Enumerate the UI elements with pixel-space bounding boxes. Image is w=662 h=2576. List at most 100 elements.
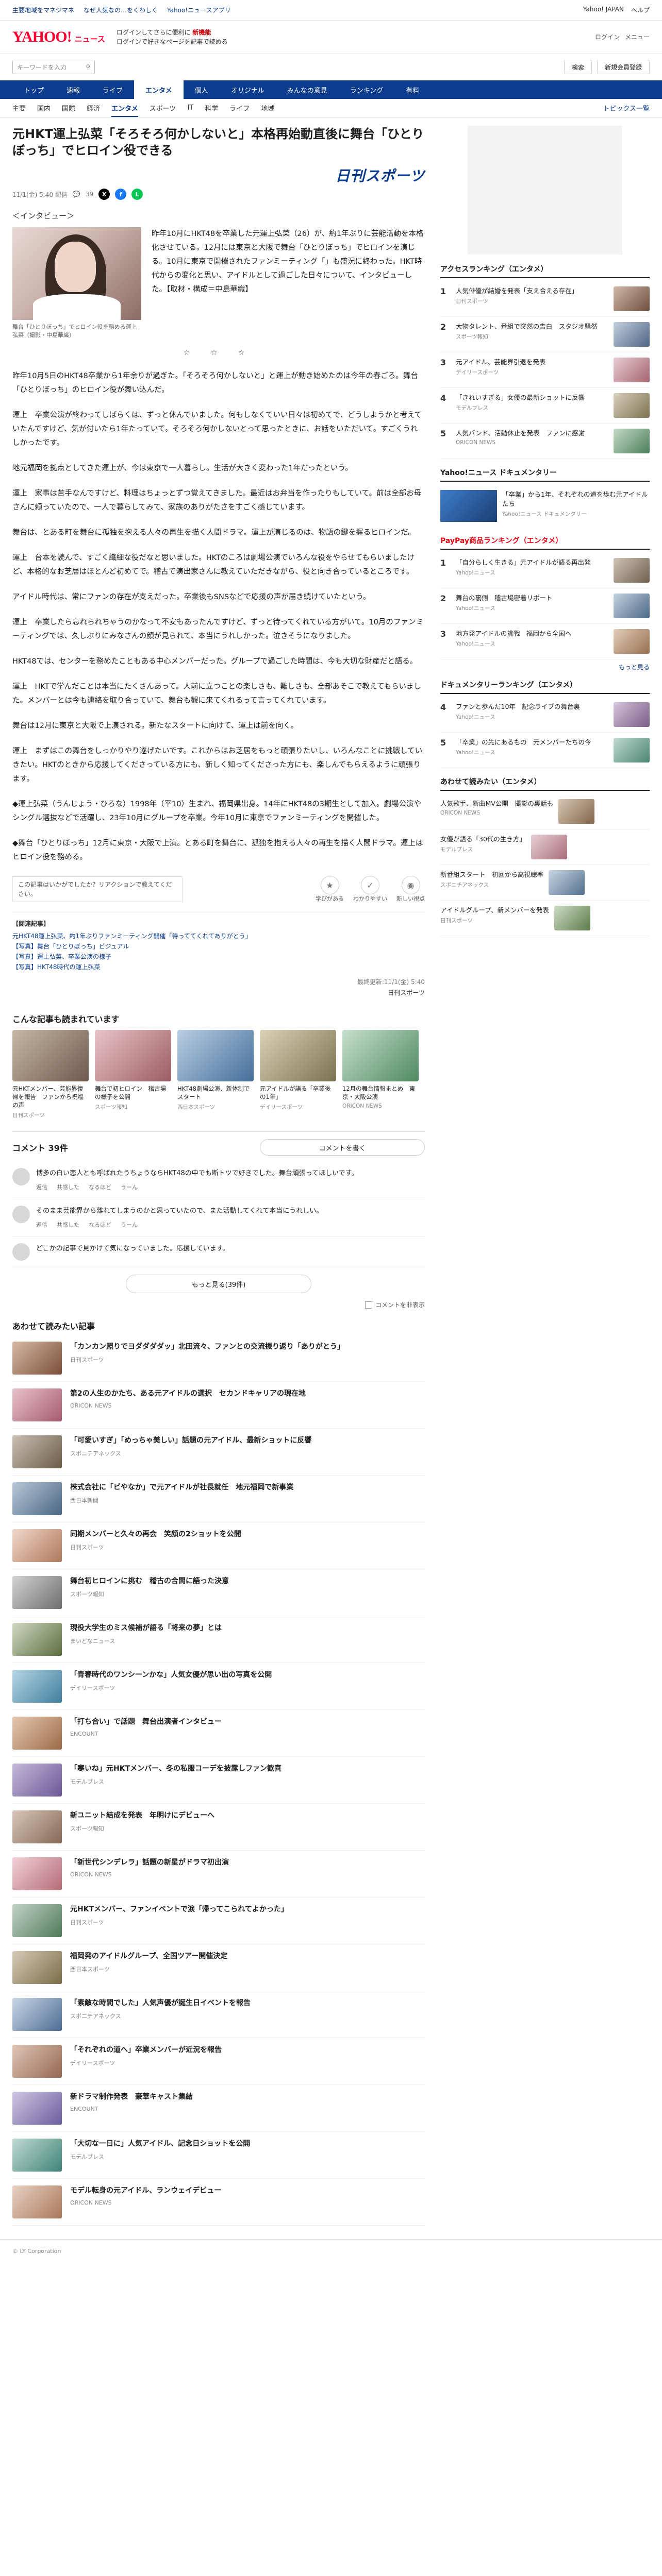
article-photo-image[interactable]	[12, 227, 141, 320]
category-domestic[interactable]: 国内	[37, 103, 51, 113]
ranking-item[interactable]: 3 地方発アイドルの挑戦 福岡から全国へ Yahoo!ニュース	[440, 624, 650, 659]
list-thumbnail[interactable]	[12, 1717, 62, 1750]
list-thumbnail[interactable]	[12, 2045, 62, 2078]
yahoo-japan-link[interactable]: Yahoo! JAPAN	[583, 6, 624, 14]
list-item[interactable]: 新ユニット結成を発表 年明けにデビューへ スポーツ報知	[12, 1804, 425, 1851]
list-item[interactable]: 舞台初ヒロインに挑む 稽古の合間に語った決意 スポーツ報知	[12, 1569, 425, 1616]
list-thumbnail[interactable]	[12, 1388, 62, 1421]
facebook-share-icon[interactable]: f	[115, 189, 127, 200]
article-photo[interactable]: 舞台「ひとりぼっち」でヒロイン役を務める運上弘菜（撮影・中島華織）	[12, 227, 141, 340]
ranking-item[interactable]: 2 大物タレント、番組で突然の告白 スタジオ騒然 スポーツ報知	[440, 317, 650, 352]
mainnav-opinion[interactable]: みんなの意見	[276, 80, 339, 99]
list-thumbnail[interactable]	[12, 1810, 62, 1843]
recommend-item[interactable]: 新番組スタート 初回から高視聴率 スポニチアネックス	[440, 865, 650, 901]
ranking-thumbnail[interactable]	[614, 358, 650, 382]
ranking-item[interactable]: 3 元アイドル、芸能界引退を発表 デイリースポーツ	[440, 352, 650, 388]
yahoo-news-logo[interactable]: YAHOO! ニュース	[12, 28, 105, 46]
list-thumbnail[interactable]	[12, 1435, 62, 1468]
also-read-card[interactable]: HKT48劇場公演、新体制でスタート 西日本スポーツ	[177, 1030, 254, 1119]
card-thumbnail[interactable]	[95, 1030, 171, 1081]
reply-button[interactable]: 返信	[36, 1182, 47, 1193]
list-thumbnail[interactable]	[12, 1951, 62, 1984]
reaction-learn-button[interactable]: ★ 学びがある	[316, 876, 344, 903]
avatar[interactable]	[12, 1206, 30, 1223]
mainnav-entertainment[interactable]: エンタメ	[134, 80, 184, 99]
ranking-thumbnail[interactable]	[614, 702, 650, 727]
search-input[interactable]: キーワードを入力 ⚲	[12, 60, 95, 74]
list-thumbnail[interactable]	[12, 2139, 62, 2172]
hide-comments-checkbox[interactable]	[365, 1301, 372, 1309]
hide-comments-toggle[interactable]: コメントを非表示	[12, 1300, 425, 1309]
list-item[interactable]: 「新世代シンデレラ」話題の新星がドラマ初出演 ORICON NEWS	[12, 1851, 425, 1897]
promo-link-2[interactable]: なぜ人気なの…をくわしく	[84, 6, 158, 14]
list-thumbnail[interactable]	[12, 2185, 62, 2218]
list-thumbnail[interactable]	[12, 1623, 62, 1656]
list-item[interactable]: 元HKTメンバー、ファンイベントで涙「帰ってこられてよかった」 日刊スポーツ	[12, 1897, 425, 1944]
more-link[interactable]: もっと見る	[440, 663, 650, 671]
category-life[interactable]: ライフ	[229, 103, 250, 113]
also-read-card[interactable]: 元アイドルが語る「卒業後の1年」 デイリースポーツ	[260, 1030, 336, 1119]
also-read-card[interactable]: 舞台で初ヒロイン 稽古場の様子を公開 スポーツ報知	[95, 1030, 171, 1119]
mainnav-ranking[interactable]: ランキング	[339, 80, 395, 99]
list-thumbnail[interactable]	[12, 1670, 62, 1703]
recommend-item[interactable]: 女優が語る「30代の生き方」 モデルプレス	[440, 829, 650, 865]
ranking-item[interactable]: 4 「きれいすぎる」女優の最新ショットに反響 モデルプレス	[440, 388, 650, 423]
login-link[interactable]: ログイン	[595, 32, 620, 41]
ranking-item[interactable]: 5 人気バンド、活動休止を発表 ファンに感謝 ORICON NEWS	[440, 423, 650, 459]
related-link[interactable]: 【写真】舞台「ひとりぼっち」ビジュアル	[12, 941, 425, 952]
card-thumbnail[interactable]	[342, 1030, 419, 1081]
menu-link[interactable]: メニュー	[625, 32, 650, 41]
reaction-clear-button[interactable]: ✓ わかりやすい	[353, 876, 387, 903]
list-item[interactable]: 「寒いね」元HKTメンバー、冬の私服コーデを披露しファン歓喜 モデルプレス	[12, 1757, 425, 1804]
related-link[interactable]: 【写真】運上弘菜、卒業公演の様子	[12, 952, 425, 962]
line-share-icon[interactable]: L	[131, 189, 143, 200]
also-read-card[interactable]: 元HKTメンバー、芸能界復帰を報告 ファンから祝福の声 日刊スポーツ	[12, 1030, 89, 1119]
ranking-thumbnail[interactable]	[614, 629, 650, 654]
list-thumbnail[interactable]	[12, 1998, 62, 2031]
list-item[interactable]: 同期メンバーと久々の再会 笑顔の2ショットを公開 日刊スポーツ	[12, 1522, 425, 1569]
insight-button[interactable]: なるほど	[89, 1182, 111, 1193]
hmm-button[interactable]: うーん	[121, 1182, 138, 1193]
list-thumbnail[interactable]	[12, 1482, 62, 1515]
ranking-thumbnail[interactable]	[614, 322, 650, 347]
comment-count[interactable]: 39	[86, 191, 93, 198]
ranking-thumbnail[interactable]	[614, 286, 650, 311]
category-local[interactable]: 地域	[261, 103, 274, 113]
category-economy[interactable]: 経済	[87, 103, 100, 113]
list-thumbnail[interactable]	[12, 2092, 62, 2125]
related-link[interactable]: 元HKT48運上弘菜、約1年ぶりファンミーティング開催「待っててくれてありがとう…	[12, 931, 425, 941]
recommend-thumbnail[interactable]	[531, 835, 567, 859]
recommend-thumbnail[interactable]	[558, 799, 595, 824]
list-item[interactable]: モデル転身の元アイドル、ランウェイデビュー ORICON NEWS	[12, 2179, 425, 2226]
topics-list-link[interactable]: トピックス一覧	[603, 103, 650, 113]
card-thumbnail[interactable]	[12, 1030, 89, 1081]
list-item[interactable]: 第2の人生のかたち、ある元アイドルの選択 セカンドキャリアの現在地 ORICON …	[12, 1382, 425, 1429]
search-button[interactable]: 検索	[564, 60, 592, 74]
list-item[interactable]: 「青春時代のワンシーンかな」人気女優が思い出の写真を公開 デイリースポーツ	[12, 1663, 425, 1710]
list-thumbnail[interactable]	[12, 1342, 62, 1375]
reaction-newview-button[interactable]: ◉ 新しい視点	[396, 876, 425, 903]
list-item[interactable]: 「それぞれの道へ」卒業メンバーが近況を報告 デイリースポーツ	[12, 2038, 425, 2085]
card-thumbnail[interactable]	[260, 1030, 336, 1081]
mainnav-top[interactable]: トップ	[12, 80, 55, 99]
ranking-item[interactable]: 1 「自分らしく生きる」元アイドルが語る再出発 Yahoo!ニュース	[440, 553, 650, 588]
list-item[interactable]: 「大切な一日に」人気アイドル、記念日ショットを公開 モデルプレス	[12, 2132, 425, 2179]
ranking-thumbnail[interactable]	[614, 558, 650, 583]
ranking-item[interactable]: 1 人気俳優が結婚を発表「支え合える存在」 日刊スポーツ	[440, 281, 650, 317]
list-thumbnail[interactable]	[12, 1576, 62, 1609]
ranking-item[interactable]: 5 「卒業」の先にあるもの 元メンバーたちの今 Yahoo!ニュース	[440, 733, 650, 768]
list-item[interactable]: 「素敵な時間でした」人気声優が誕生日イベントを報告 スポニチアネックス	[12, 1991, 425, 2038]
category-science[interactable]: 科学	[205, 103, 218, 113]
recommend-thumbnail[interactable]	[554, 906, 590, 930]
promo-link-3[interactable]: Yahoo!ニュースアプリ	[167, 6, 231, 14]
help-link[interactable]: ヘルプ	[631, 6, 650, 14]
list-thumbnail[interactable]	[12, 1529, 62, 1562]
card-thumbnail[interactable]	[177, 1030, 254, 1081]
list-thumbnail[interactable]	[12, 1764, 62, 1797]
ranking-thumbnail[interactable]	[614, 738, 650, 762]
category-sports[interactable]: スポーツ	[150, 103, 176, 113]
documentary-thumbnail[interactable]	[440, 490, 497, 522]
reply-button[interactable]: 返信	[36, 1219, 47, 1230]
insight-button[interactable]: なるほど	[89, 1219, 111, 1230]
ranking-item[interactable]: 2 舞台の裏側 稽古場密着リポート Yahoo!ニュース	[440, 588, 650, 624]
